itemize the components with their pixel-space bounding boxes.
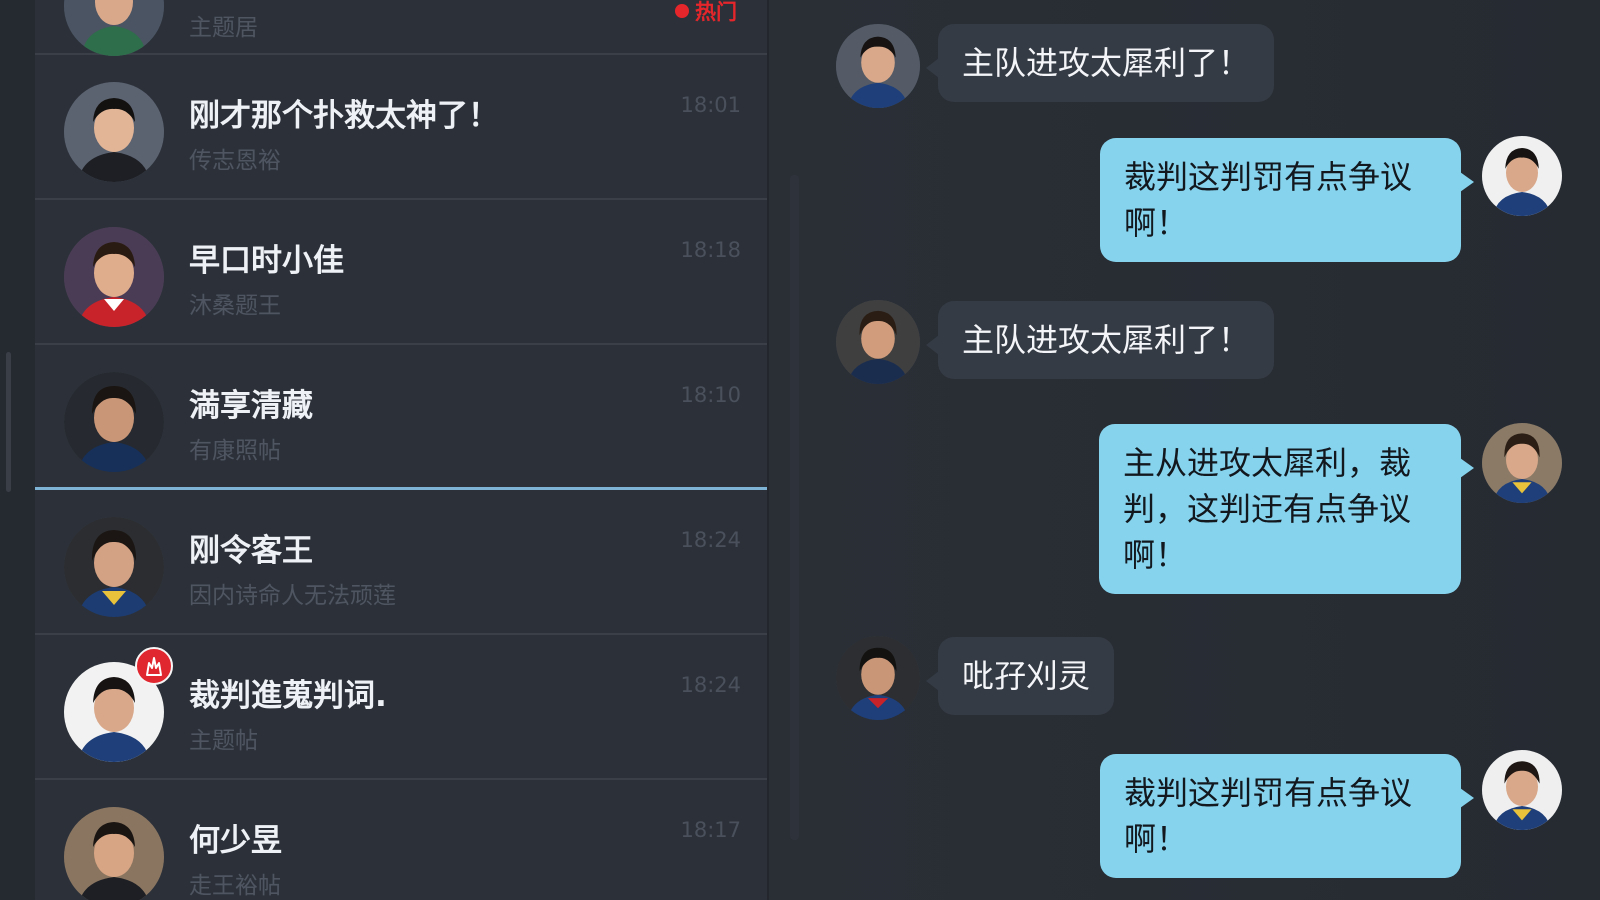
conversation-item[interactable]: 刚令客王 因内诗命人无法顽莲 18:24 bbox=[35, 490, 767, 635]
sidebar-scrollbar[interactable] bbox=[6, 352, 11, 492]
message-bubble-outgoing[interactable]: 裁判这判罚有点争议啊！ bbox=[1100, 138, 1474, 262]
conversation-preview: 主题帖 bbox=[189, 728, 258, 754]
conversation-name: 刚令客王 bbox=[189, 533, 313, 569]
panel-divider bbox=[767, 0, 769, 900]
conversation-item[interactable]: 刚才那个扑救太神了！ 传志恩裕 18:01 bbox=[35, 55, 767, 200]
conversation-item[interactable]: 裁判進蒐判词. 主题帖 18:24 bbox=[35, 635, 767, 780]
avatar bbox=[64, 517, 164, 617]
conversation-preview: 因内诗命人无法顽莲 bbox=[189, 583, 396, 609]
avatar bbox=[64, 372, 164, 472]
conversation-preview: 主题居 bbox=[189, 15, 258, 41]
conversation-name: 刚才那个扑救太神了！ bbox=[189, 98, 499, 134]
conversation-preview: 沐桑题王 bbox=[189, 293, 281, 319]
message-bubble-incoming[interactable]: 吡孖刈灵 bbox=[925, 637, 1115, 715]
conversation-time: 18:01 bbox=[680, 93, 741, 117]
conversation-item[interactable]: 早口时小佳 沐桑题王 18:18 bbox=[35, 200, 767, 345]
conversation-preview: 有康照帖 bbox=[189, 438, 281, 464]
my-avatar[interactable] bbox=[1482, 423, 1562, 503]
avatar bbox=[64, 807, 164, 900]
message-bubble-incoming[interactable]: 主队进攻太犀利了！ bbox=[925, 301, 1275, 379]
conversation-preview: 传志恩裕 bbox=[189, 148, 281, 174]
conversation-item[interactable]: 何少昱 走王裕帖 18:17 bbox=[35, 780, 767, 900]
conversation-time: 18:24 bbox=[680, 528, 741, 552]
chat-panel: 主队进攻太犀利了！ 裁判这判罚有点争议啊！ 主队进攻太犀利了！ 主从进攻太犀利，… bbox=[800, 0, 1600, 900]
hot-tag: 热门 bbox=[675, 0, 737, 26]
conversation-time: 18:17 bbox=[680, 818, 741, 842]
hot-dot-icon bbox=[675, 4, 689, 18]
conversation-name: 裁判進蒐判词. bbox=[189, 678, 387, 714]
avatar bbox=[64, 227, 164, 327]
message-bubble-incoming[interactable]: 主队进攻太犀利了！ bbox=[925, 24, 1275, 102]
my-avatar[interactable] bbox=[1482, 750, 1562, 830]
app-window: 主题居 热门 刚才那个扑救太神了！ 传志恩裕 18:01 早口时小佳 沐桑题王 … bbox=[0, 0, 1600, 900]
conversation-name: 何少昱 bbox=[189, 823, 282, 859]
conversation-name: 早口时小佳 bbox=[189, 243, 344, 279]
conversation-time: 18:18 bbox=[680, 238, 741, 262]
sender-avatar[interactable] bbox=[836, 24, 920, 108]
message-bubble-outgoing[interactable]: 主从进攻太犀利，裁判，这判迂有点争议啊！ bbox=[1099, 424, 1474, 594]
sender-avatar[interactable] bbox=[836, 300, 920, 384]
conversation-preview: 走王裕帖 bbox=[189, 873, 281, 899]
conversation-name: 満享清藏 bbox=[189, 388, 313, 424]
conversation-time: 18:24 bbox=[680, 673, 741, 697]
conversation-time: 18:10 bbox=[680, 383, 741, 407]
flame-icon bbox=[135, 647, 173, 685]
avatar bbox=[64, 82, 164, 182]
my-avatar[interactable] bbox=[1482, 136, 1562, 216]
conversation-item-selected[interactable]: 満享清藏 有康照帖 18:10 bbox=[35, 345, 767, 490]
chat-scrollbar[interactable] bbox=[790, 175, 799, 840]
avatar bbox=[64, 0, 164, 56]
sender-avatar[interactable] bbox=[836, 636, 920, 720]
conversation-item[interactable]: 主题居 热门 bbox=[35, 0, 767, 56]
message-bubble-outgoing[interactable]: 裁判这判罚有点争议啊！ bbox=[1100, 754, 1474, 878]
conversation-list: 主题居 热门 刚才那个扑救太神了！ 传志恩裕 18:01 早口时小佳 沐桑题王 … bbox=[35, 0, 767, 900]
